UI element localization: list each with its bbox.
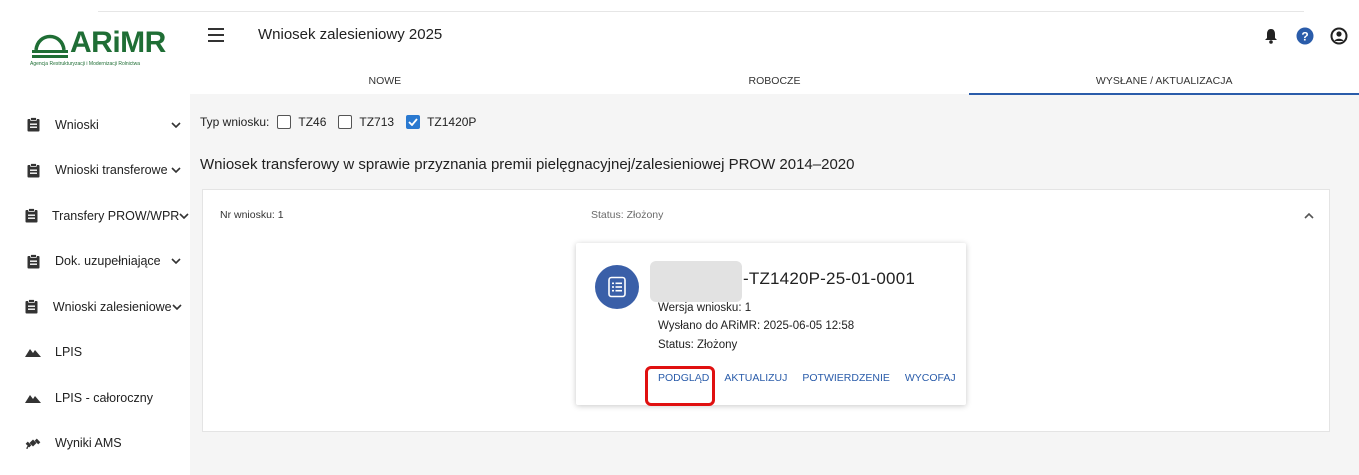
help-icon[interactable]: ? (1295, 26, 1315, 46)
tab-wyslane-aktualizacja[interactable]: WYSŁANE / AKTUALIZACJA (969, 68, 1359, 95)
checkbox-label: TZ46 (298, 115, 327, 129)
sidebar-item-label: Wyniki AMS (55, 436, 122, 451)
sidebar-item-wnioski-zalesieniowe[interactable]: Wnioski zalesieniowe (0, 284, 190, 330)
chevron-up-icon[interactable] (1301, 208, 1317, 224)
chevron-down-icon (170, 164, 182, 176)
sidebar-item-label: Transfery PROW/WPR (52, 208, 180, 223)
application-panel: Nr wniosku: 1 Status: Złożony -TZ1420P-2… (202, 189, 1330, 432)
logo-subtitle: Agencja Restrukturyzacji i Modernizacji … (30, 61, 141, 67)
sidebar-item-wyniki-ams[interactable]: Wyniki AMS (0, 421, 190, 467)
application-id: -TZ1420P-25-01-0001 (743, 269, 916, 288)
chevron-down-icon (170, 255, 182, 267)
sidebar-nav: Wnioski Wnioski transferowe Transfery PR… (0, 102, 190, 466)
redacted-block (650, 261, 742, 302)
sidebar-item-label: Wnioski transferowe (55, 163, 168, 178)
wycofaj-button[interactable]: WYCOFAJ (905, 372, 956, 384)
clipboard-icon (25, 162, 41, 178)
checkbox-tz1420p[interactable]: TZ1420P (406, 115, 476, 129)
sidebar-item-label: LPIS (55, 345, 83, 360)
sidebar-item-lpis[interactable]: LPIS (0, 330, 190, 376)
clipboard-icon (25, 117, 41, 133)
tab-nowe[interactable]: NOWE (190, 68, 580, 94)
account-icon[interactable] (1329, 26, 1349, 46)
svg-text:?: ? (1301, 30, 1308, 44)
app-bar: Wniosek zalesieniowy 2025 ? NOWE ROBOCZE… (190, 12, 1359, 95)
sidebar-item-dok-uzupelniajace[interactable]: Dok. uzupełniające (0, 239, 190, 285)
application-card: -TZ1420P-25-01-0001 Wersja wniosku: 1 Wy… (576, 243, 966, 406)
sidebar-item-label: Wnioski (55, 117, 99, 132)
menu-icon[interactable] (208, 28, 224, 42)
checkbox-box[interactable] (338, 115, 353, 129)
chevron-down-icon (170, 119, 182, 131)
sidebar-item-lpis-caloroczny[interactable]: LPIS - całoroczny (0, 375, 190, 421)
application-version: Wersja wniosku: 1 (658, 302, 752, 314)
checkbox-label: TZ713 (359, 115, 395, 129)
sidebar-item-label: LPIS - całoroczny (55, 390, 153, 405)
clipboard-icon (25, 299, 39, 315)
terrain-icon (25, 344, 41, 360)
clipboard-icon (25, 253, 41, 269)
terrain-icon (25, 390, 41, 406)
checkmark-icon (408, 118, 418, 126)
checkbox-label: TZ1420P (427, 115, 477, 129)
application-card-status: Status: Złożony (658, 339, 738, 351)
arimr-logo[interactable]: ARiMR Agencja Restrukturyzacji i Moderni… (30, 28, 170, 78)
tab-robocze[interactable]: ROBOCZE (580, 68, 970, 94)
sidebar: ARiMR Agencja Restrukturyzacji i Moderni… (0, 12, 190, 475)
checkbox-box[interactable] (406, 115, 421, 129)
satellite-icon (25, 435, 41, 451)
tab-bar: NOWE ROBOCZE WYSŁANE / AKTUALIZACJA (190, 68, 1359, 95)
application-sent-date: Wysłano do ARiMR: 2025-06-05 12:58 (658, 320, 855, 332)
potwierdzenie-button[interactable]: POTWIERDZENIE (802, 372, 890, 384)
checkbox-tz46[interactable]: TZ46 (277, 115, 326, 129)
logo-text: ARiMR (70, 26, 166, 59)
page-title: Wniosek zalesieniowy 2025 (258, 26, 443, 43)
aktualizuj-button[interactable]: AKTUALIZUJ (724, 372, 787, 384)
clipboard-icon (25, 208, 38, 224)
sidebar-item-transfery-prow-wpr[interactable]: Transfery PROW/WPR (0, 193, 190, 239)
sidebar-item-wnioski-transferowe[interactable]: Wnioski transferowe (0, 148, 190, 194)
chevron-down-icon (172, 301, 182, 313)
sidebar-item-label: Dok. uzupełniające (55, 254, 161, 269)
chevron-down-icon (179, 210, 189, 222)
section-title: Wniosek transferowy w sprawie przyznania… (200, 156, 855, 173)
main-content: Wniosek zalesieniowy 2025 ? NOWE ROBOCZE… (190, 12, 1359, 475)
bell-icon[interactable] (1261, 26, 1281, 46)
application-type-filter: Typ wniosku: TZ46 TZ713 TZ1420P (200, 115, 488, 129)
filter-label: Typ wniosku: (200, 115, 270, 129)
sidebar-item-label: Wnioski zalesieniowe (52, 299, 172, 314)
highlight-annotation (645, 366, 715, 406)
application-number: Nr wniosku: 1 (220, 209, 284, 221)
checkbox-tz713[interactable]: TZ713 (338, 115, 394, 129)
appbar-actions: ? (1261, 26, 1349, 46)
logo-mark-icon (30, 28, 70, 58)
sidebar-item-wnioski[interactable]: Wnioski (0, 102, 190, 148)
application-status: Status: Złożony (591, 209, 664, 221)
document-icon (595, 265, 639, 309)
checkbox-box[interactable] (277, 115, 292, 129)
